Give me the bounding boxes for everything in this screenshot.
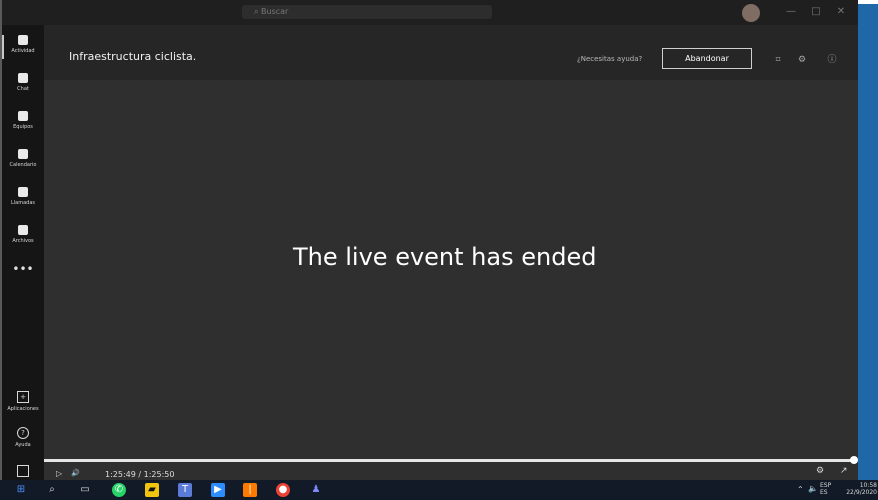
sidebar-item-label: Archivos xyxy=(12,238,34,244)
file-icon xyxy=(18,225,28,235)
language-bottom: ES xyxy=(820,489,828,496)
sidebar-item-label: Llamadas xyxy=(10,200,36,206)
play-icon[interactable]: ▷ xyxy=(56,469,62,478)
info-icon[interactable]: ⓘ xyxy=(826,54,838,66)
search-text: Buscar xyxy=(261,7,289,16)
sidebar-item-actividad[interactable]: Actividad xyxy=(2,27,44,69)
leave-button[interactable]: Abandonar xyxy=(662,48,752,69)
screen-top-right-edge xyxy=(858,0,878,4)
teams-taskbar-icon[interactable]: T xyxy=(178,483,192,497)
teams-icon xyxy=(18,111,28,121)
live-event-player: Infraestructura ciclista. ¿Necesitas ayu… xyxy=(44,25,858,480)
sidebar-item-label: Ayuda xyxy=(15,442,31,448)
sidebar-item-ayuda[interactable]: ? Ayuda xyxy=(2,427,44,448)
chat-icon xyxy=(18,73,28,83)
help-icon: ? xyxy=(17,427,29,439)
search-icon[interactable]: ⌕ xyxy=(45,483,59,497)
sidebar-item-label: Calendario xyxy=(9,162,37,168)
settings-icon[interactable]: ⚙ xyxy=(796,54,808,66)
time-readout: 1:25:49 / 1:25:50 xyxy=(105,470,174,479)
progress-fill xyxy=(44,459,858,462)
device-button[interactable] xyxy=(2,465,44,480)
windows-icon[interactable]: ⊞ xyxy=(14,483,28,497)
task-view-icon[interactable]: ▭ xyxy=(78,483,92,497)
windows-taskbar: ⊞ ⌕ ▭ ✆ ▰ T ▶ | ● ♟ ⌃ 🔈 ESP ES 10:58 22/… xyxy=(0,480,878,500)
search-icon: ⌕ xyxy=(254,7,259,16)
settings-icon[interactable]: ⚙ xyxy=(816,466,824,476)
sidebar-item-label: Equipos xyxy=(13,124,33,130)
progress-bar[interactable] xyxy=(44,456,858,464)
close-button[interactable]: ✕ xyxy=(832,5,850,19)
more-apps-button[interactable]: ••• xyxy=(2,262,44,276)
progress-knob[interactable] xyxy=(850,456,858,464)
sidebar-item-aplicaciones[interactable]: + Aplicaciones xyxy=(2,391,44,412)
language-top: ESP xyxy=(820,482,832,489)
volume-icon[interactable]: 🔊 xyxy=(71,469,80,477)
sidebar-item-equipos[interactable]: Equipos xyxy=(2,103,44,145)
teams-chat-icon[interactable]: ♟ xyxy=(309,483,323,497)
time-separator: / xyxy=(138,470,142,479)
sidebar-item-chat[interactable]: Chat xyxy=(2,65,44,107)
clock[interactable]: 10:58 22/9/2020 xyxy=(843,482,877,496)
notes-icon[interactable]: | xyxy=(243,483,257,497)
sidebar-item-calendario[interactable]: Calendario xyxy=(2,141,44,183)
speaker-icon[interactable]: 🔈 xyxy=(808,485,818,493)
app-rail: Actividad Chat Equipos Calendario Llamad… xyxy=(2,25,44,480)
clock-date: 22/9/2020 xyxy=(846,489,877,496)
clock-time: 10:58 xyxy=(859,482,877,489)
current-time: 1:25:49 xyxy=(105,470,136,479)
search-box[interactable]: ⌕ Buscar xyxy=(242,5,492,19)
sidebar-item-label: Chat xyxy=(17,86,29,92)
phone-icon xyxy=(18,187,28,197)
title-bar: ⌕ Buscar — □ ✕ xyxy=(2,0,858,25)
tray-chevron-icon[interactable]: ⌃ xyxy=(797,486,804,494)
sidebar-item-archivos[interactable]: Archivos xyxy=(2,217,44,259)
sidebar-item-label: Aplicaciones xyxy=(7,406,39,412)
language-indicator[interactable]: ESP ES xyxy=(820,482,831,496)
whatsapp-icon[interactable]: ✆ xyxy=(112,483,126,497)
zoom-icon[interactable]: ▶ xyxy=(211,483,225,497)
help-link[interactable]: ¿Necesitas ayuda? xyxy=(577,55,642,63)
ended-message: The live event has ended xyxy=(293,243,597,271)
calendar-icon xyxy=(18,149,28,159)
chrome-icon[interactable]: ● xyxy=(276,483,290,497)
teams-window: ⌕ Buscar — □ ✕ Actividad Chat Equipos Ca… xyxy=(0,0,858,480)
sidebar-item-label: Actividad xyxy=(11,48,35,54)
expand-icon[interactable]: ↗ xyxy=(840,466,848,476)
device-icon xyxy=(17,465,29,477)
minimize-button[interactable]: — xyxy=(782,5,800,19)
meeting-title: Infraestructura ciclista. xyxy=(69,50,197,63)
bell-icon xyxy=(18,35,28,45)
folder-icon[interactable]: ▰ xyxy=(145,483,159,497)
sidebar-item-llamadas[interactable]: Llamadas xyxy=(2,179,44,221)
duration: 1:25:50 xyxy=(143,470,175,479)
captions-icon[interactable]: ⌗ xyxy=(772,54,784,66)
meeting-header: Infraestructura ciclista. ¿Necesitas ayu… xyxy=(44,25,858,80)
maximize-button[interactable]: □ xyxy=(807,5,825,19)
desktop-right-edge xyxy=(858,0,878,480)
avatar[interactable] xyxy=(742,4,760,22)
apps-icon: + xyxy=(17,391,29,403)
